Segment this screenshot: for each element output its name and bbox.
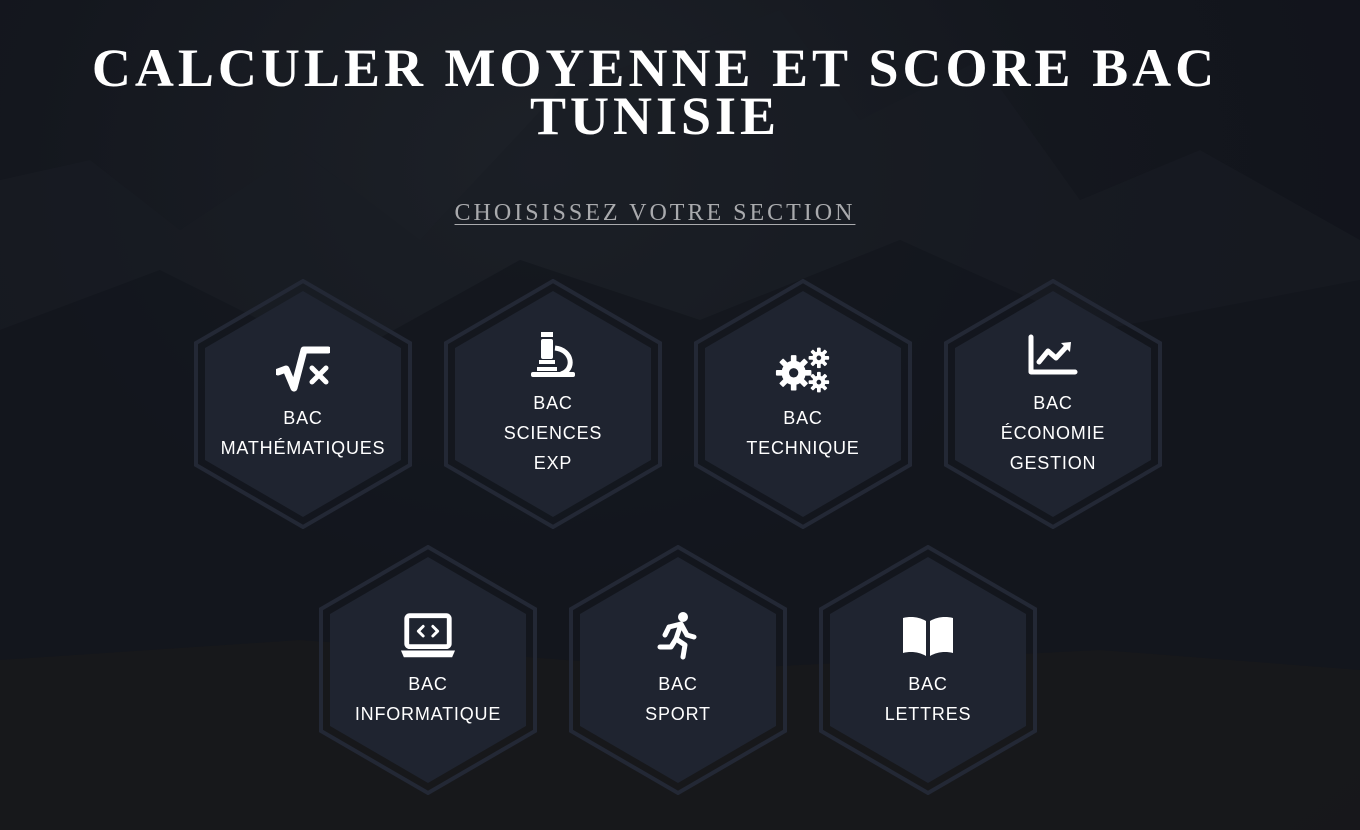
section-label-line1: BAC: [408, 674, 448, 694]
section-label-line2: LETTRES: [884, 704, 972, 724]
square-root-icon: [275, 345, 331, 395]
section-card-sport[interactable]: BAC SPORT: [568, 545, 788, 795]
section-card-mathematiques[interactable]: BAC MATHÉMATIQUES: [193, 279, 413, 529]
section-label-line1: BAC: [1033, 393, 1073, 413]
section-label-line1: BAC: [783, 408, 823, 428]
section-card-economie-gestion[interactable]: BAC ÉCONOMIE GESTION: [943, 279, 1163, 529]
page-title: CALCULER MOYENNE ET SCORE BAC TUNISIE: [91, 38, 1219, 146]
section-label-line3: EXP: [533, 453, 573, 473]
section-label-line2: TECHNIQUE: [746, 438, 860, 458]
book-open-icon: [900, 611, 956, 661]
section-label-line3: GESTION: [1009, 453, 1097, 473]
section-label-line2: SCIENCES: [503, 423, 603, 443]
choose-section-link[interactable]: CHOISISSEZ VOTRE SECTION: [455, 200, 856, 226]
section-label-line1: BAC: [658, 674, 698, 694]
microscope-icon: [525, 330, 581, 380]
section-label-line1: BAC: [283, 408, 323, 428]
section-label-line2: SPORT: [645, 704, 711, 724]
section-heading: CHOISISSEZ VOTRE SECTION: [0, 200, 1310, 227]
gears-icon: [775, 345, 831, 395]
section-card-technique[interactable]: BAC TECHNIQUE: [693, 279, 913, 529]
section-label-line2: MATHÉMATIQUES: [220, 438, 386, 458]
section-label-line2: ÉCONOMIE: [1000, 423, 1106, 443]
section-card-lettres[interactable]: BAC LETTRES: [818, 545, 1038, 795]
section-card-informatique[interactable]: BAC INFORMATIQUE: [318, 545, 538, 795]
section-label-line1: BAC: [533, 393, 573, 413]
laptop-code-icon: [400, 611, 456, 661]
section-card-sciences-exp[interactable]: BAC SCIENCES EXP: [443, 279, 663, 529]
section-label-line1: BAC: [908, 674, 948, 694]
section-label-line2: INFORMATIQUE: [354, 704, 502, 724]
chart-line-icon: [1025, 330, 1081, 380]
running-icon: [650, 611, 706, 661]
